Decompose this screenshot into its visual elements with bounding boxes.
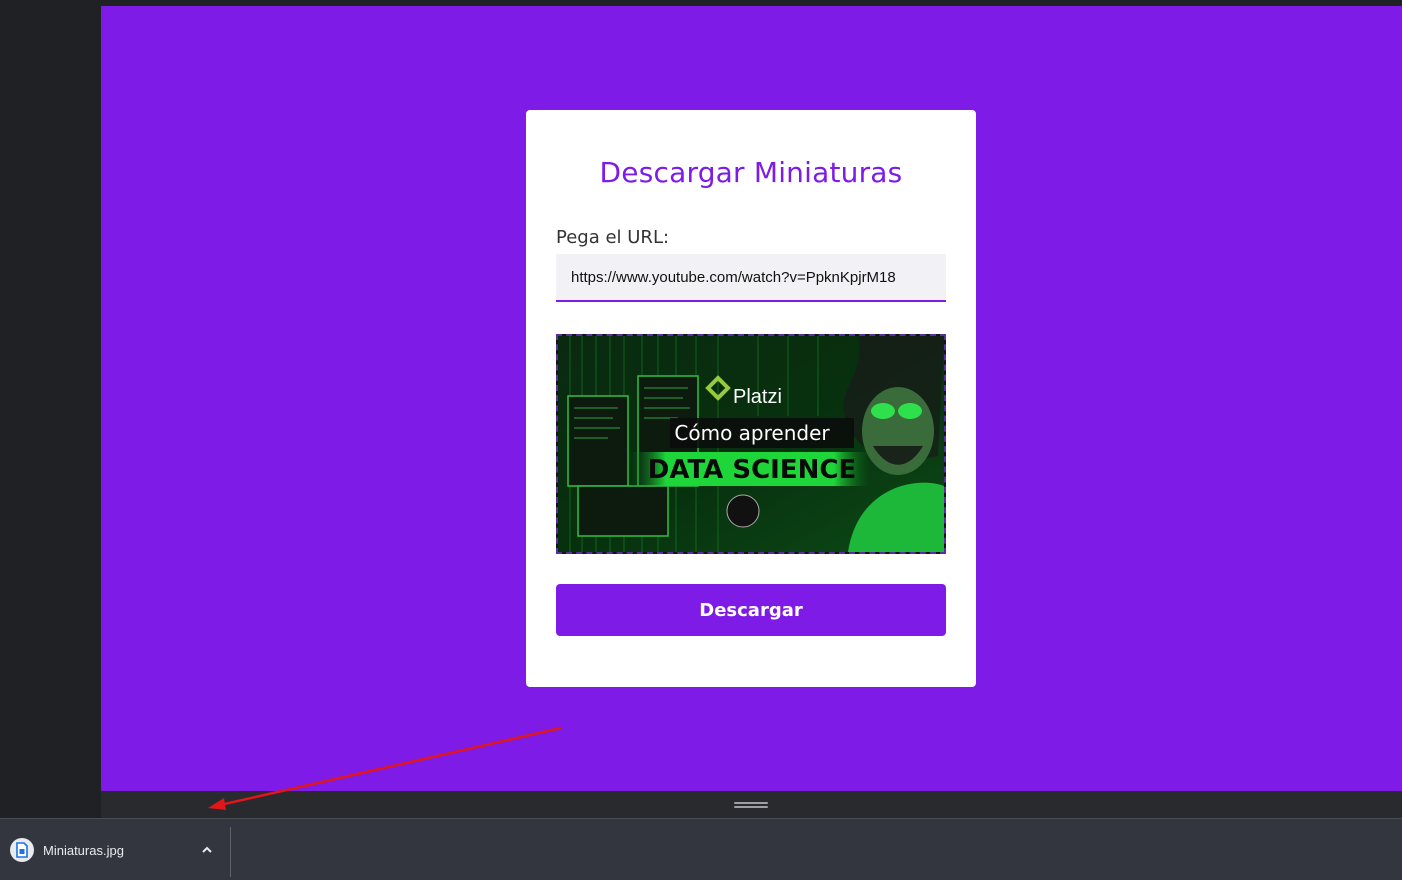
- shelf-divider: [230, 827, 231, 877]
- download-file-name: Miniaturas.jpg: [43, 843, 124, 858]
- thumbnail-image: Platzi Cómo aprender DATA SCIENCE: [558, 336, 944, 552]
- download-button[interactable]: Descargar: [556, 584, 946, 636]
- devtools-left-panel: [0, 0, 101, 818]
- subject-text: DATA SCIENCE: [648, 455, 856, 485]
- brand-text: Platzi: [733, 386, 782, 408]
- page-title: Descargar Miniaturas: [599, 156, 903, 189]
- download-item[interactable]: Miniaturas.jpg: [0, 819, 230, 880]
- thumbnail-preview: Platzi Cómo aprender DATA SCIENCE: [556, 334, 946, 554]
- drag-handle-icon[interactable]: [734, 802, 768, 808]
- downloader-card: Descargar Miniaturas Pega el URL: https:…: [526, 110, 976, 687]
- url-label: Pega el URL:: [556, 227, 670, 248]
- chevron-up-icon[interactable]: [198, 841, 216, 859]
- headline-text: Cómo aprender: [674, 421, 830, 445]
- file-icon: [10, 838, 34, 862]
- url-input[interactable]: [556, 254, 946, 302]
- page-viewport: Descargar Miniaturas Pega el URL: https:…: [101, 6, 1402, 791]
- drawer-splitter[interactable]: [101, 791, 1402, 818]
- download-shelf: Miniaturas.jpg: [0, 818, 1402, 880]
